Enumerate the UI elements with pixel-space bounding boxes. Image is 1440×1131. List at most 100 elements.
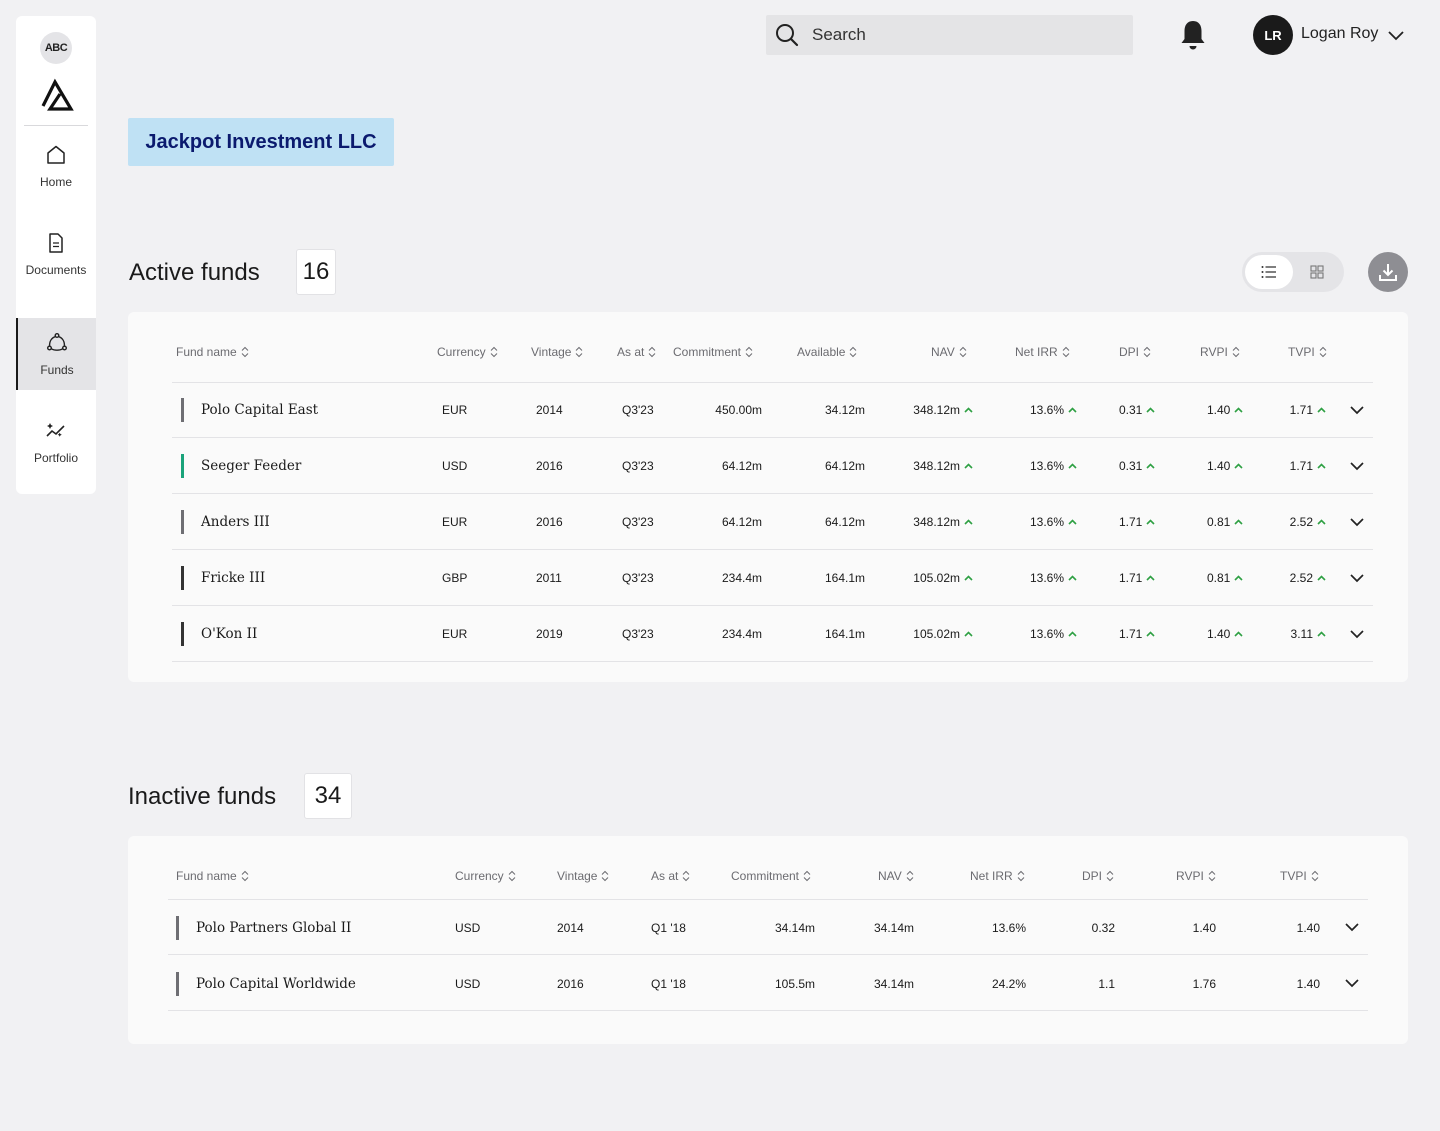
trend-up-icon [1234, 463, 1243, 469]
column-header[interactable]: Vintage [557, 869, 609, 883]
column-header[interactable]: RVPI [1176, 869, 1216, 883]
cell-commitment: 34.14m [715, 921, 815, 935]
search-input[interactable]: Search [766, 15, 1133, 55]
fund-name[interactable]: Polo Capital East [201, 402, 318, 418]
cell-value: 348.12m [913, 459, 960, 473]
column-header-label: Available [797, 345, 846, 359]
cell-value: 2014 [557, 921, 584, 935]
column-header[interactable]: Net IRR [1015, 345, 1070, 359]
inactive-funds-table: Fund name Currency Vintage As at Commitment N… [128, 836, 1408, 1044]
column-header[interactable]: Currency [437, 345, 498, 359]
column-header-label: RVPI [1176, 869, 1204, 883]
cell-value: Q3'23 [622, 459, 654, 473]
avatar[interactable]: LR [1253, 15, 1293, 55]
column-header-label: Currency [437, 345, 486, 359]
column-header[interactable]: As at [617, 345, 656, 359]
expand-row-chevron-icon[interactable] [1349, 573, 1365, 583]
column-header-label: Net IRR [1015, 345, 1058, 359]
fund-name[interactable]: Anders III [201, 514, 270, 530]
download-button[interactable] [1368, 252, 1408, 292]
trend-up-icon [1068, 407, 1077, 413]
cell-rvpi: 0.81 [1207, 515, 1247, 529]
trend-up-icon [1317, 631, 1326, 637]
cell-value: EUR [442, 515, 468, 529]
funds-icon [47, 333, 68, 351]
cell-irr: 13.6% [968, 571, 1077, 585]
cell-value: 13.6% [1029, 627, 1064, 641]
expand-row-chevron-icon[interactable] [1349, 629, 1365, 639]
fund-name[interactable]: Polo Capital Worldwide [196, 976, 356, 992]
column-header-label: RVPI [1200, 345, 1228, 359]
column-header[interactable]: NAV [931, 345, 967, 359]
column-header[interactable]: Fund name [176, 869, 249, 883]
sidebar-item-home[interactable]: Home [16, 130, 96, 202]
trend-up-icon [1317, 575, 1326, 581]
cell-commitment: 64.12m [662, 515, 762, 529]
column-header[interactable]: Available [797, 345, 857, 359]
cell-irr: 24.2% [926, 977, 1026, 991]
cell-value: 0.31 [1119, 459, 1143, 473]
cell-available: 164.1m [765, 571, 865, 585]
column-header[interactable]: DPI [1082, 869, 1114, 883]
cell-nav: 348.12m [858, 403, 973, 417]
column-header[interactable]: Vintage [531, 345, 583, 359]
cell-value: 2.52 [1289, 515, 1313, 529]
expand-row-chevron-icon[interactable] [1349, 461, 1365, 471]
cell-nav: 34.14m [814, 921, 914, 935]
bell-icon[interactable] [1178, 18, 1208, 52]
cell-value: 64.12m [721, 515, 762, 529]
cell-as-at: Q3'23 [622, 459, 662, 473]
cell-rvpi: 1.40 [1116, 921, 1216, 935]
cell-value: Q3'23 [622, 571, 654, 585]
sort-icon [803, 870, 811, 882]
cell-value: Q1 '18 [651, 977, 686, 991]
fund-status-bar [181, 510, 184, 534]
search-placeholder: Search [812, 25, 866, 44]
chevron-down-icon[interactable] [1386, 27, 1406, 45]
column-header[interactable]: Fund name [176, 345, 249, 359]
trend-up-icon [1146, 407, 1155, 413]
expand-row-chevron-icon[interactable] [1344, 922, 1360, 932]
column-header[interactable]: Currency [455, 869, 516, 883]
document-icon [49, 233, 63, 253]
column-header[interactable]: DPI [1119, 345, 1151, 359]
cell-commitment: 105.5m [715, 977, 815, 991]
column-header[interactable]: TVPI [1288, 345, 1327, 359]
cell-value: 2019 [536, 627, 563, 641]
grid-icon [1310, 265, 1324, 279]
column-header-label: Vintage [531, 345, 572, 359]
trend-up-icon [1068, 463, 1077, 469]
list-view-button[interactable] [1245, 255, 1293, 289]
trend-up-icon [1146, 463, 1155, 469]
column-header-label: Commitment [673, 345, 742, 359]
fund-name[interactable]: Fricke III [201, 570, 265, 586]
grid-view-button[interactable] [1293, 255, 1341, 289]
fund-name[interactable]: O'Kon II [201, 626, 257, 642]
sort-icon [1017, 870, 1025, 882]
active-funds-table: Fund name Currency Vintage As at Commitment A… [128, 312, 1408, 682]
user-name[interactable]: Logan Roy [1301, 25, 1378, 43]
expand-row-chevron-icon[interactable] [1344, 978, 1360, 988]
entity-badge[interactable]: Jackpot Investment LLC [128, 118, 394, 166]
cell-value: 1.40 [1192, 921, 1216, 935]
cell-value: 234.4m [721, 571, 762, 585]
sidebar-item-portfolio[interactable]: Portfolio [16, 406, 96, 478]
cell-vintage: 2016 [557, 977, 597, 991]
sort-icon [1143, 346, 1151, 358]
fund-name[interactable]: Seeger Feeder [201, 458, 301, 474]
fund-name[interactable]: Polo Partners Global II [196, 920, 351, 936]
cell-value: Q1 '18 [651, 921, 686, 935]
column-header[interactable]: As at [651, 869, 690, 883]
fund-status-bar [181, 622, 184, 646]
sidebar-item-funds[interactable]: Funds [16, 318, 96, 390]
column-header[interactable]: Net IRR [970, 869, 1025, 883]
column-header[interactable]: TVPI [1280, 869, 1319, 883]
expand-row-chevron-icon[interactable] [1349, 405, 1365, 415]
column-header[interactable]: NAV [878, 869, 914, 883]
expand-row-chevron-icon[interactable] [1349, 517, 1365, 527]
column-header[interactable]: RVPI [1200, 345, 1240, 359]
column-header[interactable]: Commitment [731, 869, 811, 883]
column-header[interactable]: Commitment [673, 345, 753, 359]
sidebar-item-documents[interactable]: Documents [16, 218, 96, 290]
fund-status-bar [176, 972, 179, 996]
